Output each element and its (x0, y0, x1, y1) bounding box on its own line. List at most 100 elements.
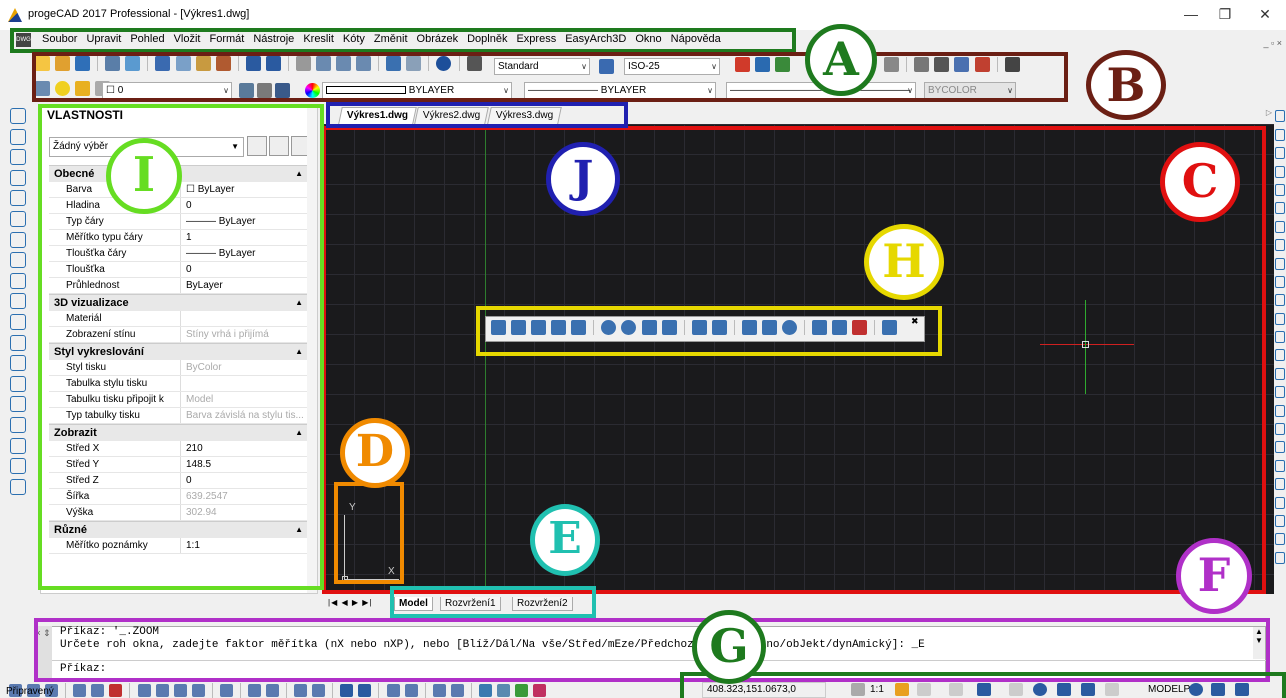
spline-icon[interactable] (10, 272, 26, 289)
copy-object-icon[interactable] (1275, 128, 1285, 141)
make-block-icon[interactable] (10, 355, 26, 372)
annotation-box-c (322, 126, 1266, 594)
close-button[interactable]: ✕ (1250, 4, 1280, 24)
tab-scroll-right-icon[interactable]: ▷ (1266, 108, 1272, 117)
ellipse-icon[interactable] (10, 293, 26, 310)
chamfer-icon[interactable] (1275, 349, 1285, 362)
region-icon[interactable] (10, 437, 26, 454)
callout-j: J (546, 142, 620, 216)
callout-b: B (1086, 50, 1166, 120)
annotation-box-d (334, 482, 404, 584)
rectangle-icon[interactable] (10, 190, 26, 207)
callout-f: F (1176, 538, 1252, 614)
separator (211, 683, 213, 698)
callout-a: A (805, 24, 877, 96)
layer-tool-icon[interactable] (496, 684, 510, 697)
layer-tool-icon[interactable] (247, 684, 261, 697)
layer-tool-icon[interactable] (137, 684, 151, 697)
annotation-box-e (390, 586, 596, 618)
cad-window: progeCAD 2017 Professional - [Výkres1.dw… (0, 0, 1286, 698)
layer-tool-icon[interactable] (294, 684, 308, 697)
lengthen-icon[interactable] (1275, 478, 1285, 491)
annotation-box-a (10, 28, 796, 53)
layer-tool-icon[interactable] (340, 684, 354, 697)
layer-tool-icon[interactable] (386, 684, 400, 697)
callout-g: G (692, 610, 766, 684)
stretch-icon[interactable] (1275, 257, 1285, 270)
callout-e: E (530, 504, 600, 576)
point-icon[interactable] (10, 375, 26, 392)
draworder-icon[interactable] (1275, 404, 1285, 417)
table-icon[interactable] (10, 458, 26, 475)
layer-tool-icon[interactable] (515, 684, 528, 697)
join-icon[interactable] (1275, 331, 1285, 344)
explode-icon[interactable] (1275, 386, 1285, 399)
mtext-icon[interactable] (10, 478, 26, 495)
separator (332, 683, 334, 698)
separator (378, 683, 380, 698)
layer-tool-icon[interactable] (450, 684, 464, 697)
array-icon[interactable] (1275, 183, 1285, 196)
align-icon[interactable] (1275, 459, 1285, 472)
line-icon[interactable] (10, 108, 26, 124)
layer-tool-icon[interactable] (91, 684, 105, 697)
pedit-icon[interactable] (1275, 496, 1285, 509)
separator (239, 683, 241, 698)
polygon-icon[interactable] (10, 169, 26, 186)
circle-icon[interactable] (10, 231, 26, 248)
layer-tool-icon[interactable] (155, 684, 169, 697)
group-icon[interactable] (1275, 423, 1285, 436)
callout-c: C (1160, 142, 1240, 222)
insert-block-icon[interactable] (10, 334, 26, 351)
annotation-box-h (476, 306, 942, 356)
mdi-controls[interactable]: _ ▫ × (1264, 38, 1282, 48)
fillet-icon[interactable] (1275, 367, 1285, 380)
layer-tool-icon[interactable] (533, 684, 547, 697)
rotate-icon[interactable] (1275, 220, 1285, 233)
extend-icon[interactable] (1275, 294, 1285, 307)
restore-button[interactable]: ❐ (1210, 4, 1240, 24)
layer-tool-icon[interactable] (312, 684, 326, 697)
layer-tool-icon[interactable] (173, 684, 187, 697)
layer-tool-icon[interactable] (191, 684, 205, 697)
ungroup-icon[interactable] (1275, 441, 1285, 454)
arc-icon[interactable] (10, 149, 26, 166)
arc-3point-icon[interactable] (10, 210, 26, 227)
layout-nav-buttons[interactable]: |◀ ◀ ▶ ▶| (328, 598, 372, 607)
layer-tool-icon[interactable] (109, 684, 123, 697)
move-icon[interactable] (1275, 202, 1285, 215)
break-icon[interactable] (1275, 312, 1285, 325)
measure-icon[interactable] (1275, 533, 1285, 546)
window-title: progeCAD 2017 Professional - [Výkres1.dw… (28, 8, 250, 20)
mirror-icon[interactable] (1275, 147, 1285, 160)
layer-tool-icon[interactable] (73, 684, 87, 697)
separator (470, 683, 472, 698)
callout-d: D (340, 418, 410, 488)
layer-tool-icon[interactable] (358, 684, 372, 697)
minimize-button[interactable]: — (1176, 4, 1206, 24)
gradient-icon[interactable] (10, 416, 26, 433)
divide-icon[interactable] (1275, 514, 1285, 527)
bottom-toolbar (8, 683, 648, 698)
layer-tool-icon[interactable] (266, 684, 279, 697)
erase-icon[interactable] (1275, 110, 1285, 123)
annotation-box-j (326, 102, 628, 128)
separator (129, 683, 131, 698)
separator (286, 683, 288, 698)
annotation-box-status (680, 672, 1286, 698)
layer-tool-icon[interactable] (432, 684, 446, 697)
trim-icon[interactable] (1275, 275, 1285, 288)
layer-tool-icon[interactable] (404, 684, 418, 697)
layer-tool-icon[interactable] (219, 684, 233, 697)
ellipse-arc-icon[interactable] (10, 313, 26, 330)
attedit-icon[interactable] (1275, 551, 1285, 564)
hatch-icon[interactable] (10, 396, 26, 413)
revcloud-icon[interactable] (10, 252, 26, 269)
polyline-icon[interactable] (10, 128, 26, 145)
scale-icon[interactable] (1275, 239, 1285, 252)
separator (65, 683, 67, 698)
offset-icon[interactable] (1275, 165, 1285, 178)
modify-tools-palette (1274, 104, 1286, 624)
callout-i: I (106, 138, 182, 214)
layer-tool-icon[interactable] (478, 684, 492, 697)
